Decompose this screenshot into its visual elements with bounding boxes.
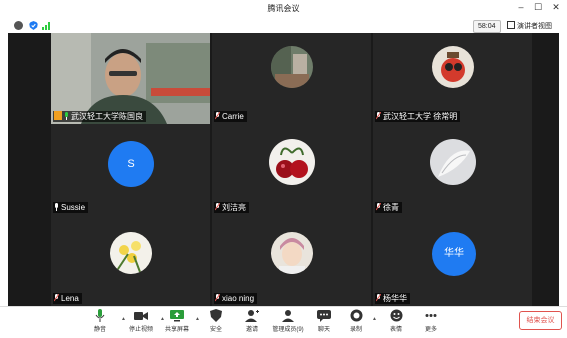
- signal-strength-icon[interactable]: [42, 21, 51, 30]
- participant-name: 徐青: [383, 203, 399, 212]
- microphone-active-icon: [65, 112, 68, 120]
- share-screen-icon: [170, 310, 184, 322]
- video-tile[interactable]: 刘洁亮: [212, 124, 371, 215]
- video-tile[interactable]: 武汉轻工大学 徐常明: [373, 33, 532, 124]
- microphone-muted-icon: [215, 112, 220, 120]
- participant-name-tag: 武汉轻工大学 徐常明: [375, 111, 461, 122]
- video-tile[interactable]: 华华 杨华华: [373, 215, 532, 306]
- minimize-icon[interactable]: –: [514, 2, 528, 12]
- participant-name: Carrie: [222, 112, 244, 121]
- more-label: 更多: [424, 327, 437, 333]
- more-button[interactable]: 更多: [411, 309, 451, 333]
- participant-name: xiao ning: [222, 294, 255, 303]
- participant-name-tag: 杨华华: [375, 293, 410, 304]
- video-tile[interactable]: Lena: [51, 215, 210, 306]
- participant-name-tag: 武汉轻工大学陈国良: [53, 111, 146, 122]
- close-icon[interactable]: ✕: [549, 2, 563, 13]
- invite-label: 邀请: [245, 327, 258, 333]
- share-screen-label: 共享屏幕: [164, 327, 189, 333]
- speaker-view-button[interactable]: 演讲者视图: [507, 21, 552, 31]
- microphone-icon: [95, 309, 105, 322]
- emoji-label: 表情: [389, 327, 402, 333]
- participant-name-tag: xiao ning: [214, 293, 258, 304]
- grid-view-icon: [507, 21, 515, 29]
- chat-icon: [317, 310, 331, 322]
- participant-name-tag: 刘洁亮: [214, 202, 249, 213]
- video-tile[interactable]: 武汉轻工大学陈国良: [51, 33, 210, 124]
- emoji-icon: [390, 309, 402, 322]
- security-button[interactable]: 安全: [196, 309, 236, 333]
- stop-video-label: 停止视频: [128, 327, 153, 333]
- speaker-view-label: 演讲者视图: [517, 23, 552, 30]
- participant-name: 刘洁亮: [222, 203, 246, 212]
- maximize-icon[interactable]: ☐: [531, 2, 545, 13]
- participant-name: Sussie: [61, 203, 86, 212]
- title-bar: 腾讯会议 – ☐ ✕: [0, 0, 567, 18]
- microphone-muted-icon: [215, 203, 220, 211]
- participant-name-tag: Sussie: [53, 202, 89, 213]
- participant-avatar: [430, 139, 476, 185]
- microphone-muted-icon: [376, 112, 381, 120]
- participant-name: 武汉轻工大学陈国良: [71, 112, 143, 121]
- security-label: 安全: [209, 327, 222, 333]
- more-icon: [425, 314, 437, 317]
- record-icon: [350, 309, 362, 322]
- emoji-button[interactable]: 表情: [376, 309, 416, 333]
- participant-avatar: [271, 232, 313, 274]
- share-screen-button[interactable]: 共享屏幕: [157, 309, 197, 333]
- participant-name: 杨华华: [383, 294, 407, 303]
- shield-icon: [210, 309, 222, 322]
- security-shield-icon[interactable]: [29, 21, 38, 30]
- window-title: 腾讯会议: [267, 4, 300, 13]
- participant-name-tag: 徐青: [375, 202, 402, 213]
- participant-avatar: [271, 46, 313, 88]
- participant-name-tag: Lena: [53, 293, 82, 304]
- microphone-muted-icon: [54, 294, 59, 302]
- microphone-muted-icon: [215, 294, 220, 302]
- participant-avatar: [269, 139, 315, 185]
- microphone-muted-icon: [376, 203, 381, 211]
- invite-button[interactable]: 邀请: [232, 309, 272, 333]
- manage-members-label: 管理成员(9): [272, 327, 304, 333]
- video-tile[interactable]: 徐青: [373, 124, 532, 215]
- video-tile[interactable]: xiao ning: [212, 215, 371, 306]
- end-meeting-button[interactable]: 结束会议: [519, 311, 562, 330]
- participant-initial-avatar: 华华: [432, 232, 476, 276]
- mute-label: 静音: [93, 327, 106, 333]
- invite-user-icon: [245, 310, 259, 322]
- video-camera-icon: [134, 312, 148, 320]
- video-tile[interactable]: S Sussie: [51, 124, 210, 215]
- stop-video-button[interactable]: 停止视频: [121, 309, 161, 333]
- mute-button[interactable]: 静音: [80, 309, 120, 333]
- participant-name: Lena: [61, 294, 79, 303]
- microphone-muted-icon: [376, 294, 381, 302]
- video-tile[interactable]: Carrie: [212, 33, 371, 124]
- participant-name-tag: Carrie: [214, 111, 247, 122]
- meeting-timer: 58:04: [473, 20, 501, 33]
- participant-initial-avatar: S: [108, 141, 154, 187]
- participant-name: 武汉轻工大学 徐常明: [383, 112, 458, 121]
- participant-avatar: [110, 232, 152, 274]
- members-icon: [282, 310, 294, 322]
- speaking-indicator-icon: [54, 111, 62, 120]
- info-icon[interactable]: [14, 21, 23, 30]
- manage-members-button[interactable]: 管理成员(9): [268, 309, 308, 333]
- participant-avatar: [432, 46, 474, 88]
- microphone-icon: [55, 203, 58, 211]
- record-label: 录制: [349, 327, 362, 333]
- record-button[interactable]: 录制: [336, 309, 376, 333]
